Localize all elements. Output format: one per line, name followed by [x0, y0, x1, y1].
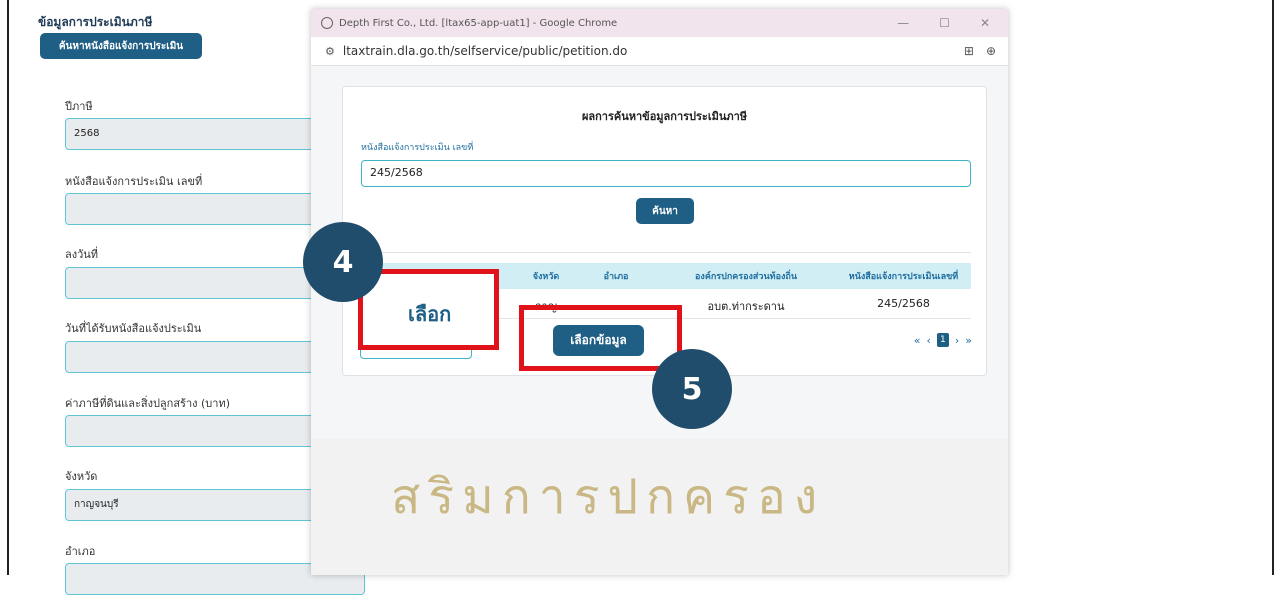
field-label-date: ลงวันที่ [65, 248, 99, 261]
field-label-tax-year: ปีภาษี [65, 100, 93, 113]
col-province: จังหวัด [532, 272, 560, 282]
cell-notice-number: 245/2568 [877, 297, 930, 310]
search-button[interactable]: ค้นหา [636, 198, 694, 224]
col-notice-number: หนังสือแจ้งการประเมินเลขที่ [848, 272, 959, 282]
right-background [1008, 0, 1272, 575]
zoom-icon[interactable]: ⊕ [986, 44, 996, 58]
notice-number-search-input[interactable]: 245/2568 [361, 160, 971, 187]
pagination: « ‹ 1 › » [914, 333, 972, 347]
window-titlebar: Depth First Co., Ltd. [ltax65-app-uat1] … [311, 9, 1008, 37]
site-settings-icon[interactable]: ⚙ [325, 45, 335, 58]
select-label[interactable]: เลือก [408, 298, 451, 330]
next-page-icon[interactable]: › [955, 334, 959, 347]
last-page-icon[interactable]: » [965, 334, 972, 347]
col-local-org: องค์กรปกครองส่วนท้องถิ่น [695, 272, 797, 282]
url-text[interactable]: ltaxtrain.dla.go.th/selfservice/public/p… [343, 44, 627, 58]
minimize-icon[interactable]: — [897, 16, 909, 30]
step-5-badge: 5 [652, 349, 732, 429]
seal-watermark: สริมการปกครอง [391, 469, 826, 525]
col-district: อำเภอ [603, 272, 629, 282]
window-title: Depth First Co., Ltd. [ltax65-app-uat1] … [339, 17, 618, 29]
search-notice-button[interactable]: ค้นหาหนังสือแจ้งการประเมิน [40, 33, 202, 59]
divider [361, 252, 971, 253]
field-label-notice-number: หนังสือแจ้งการประเมิน เลขที่ [65, 175, 203, 188]
field-label-received-date: วันที่ได้รับหนังสือแจ้งประเมิน [65, 322, 202, 335]
select-data-button[interactable]: เลือกข้อมูล [553, 325, 644, 356]
current-page[interactable]: 1 [936, 333, 949, 347]
notice-number-label: หนังสือแจ้งการประเมิน เลขที่ [361, 143, 474, 153]
address-bar[interactable]: ⚙ ltaxtrain.dla.go.th/selfservice/public… [311, 37, 1008, 66]
cell-local-org: อบต.ท่ากระดาน [707, 300, 785, 313]
translate-icon[interactable]: ⊞ [964, 44, 974, 58]
chrome-icon [321, 17, 333, 29]
step-4-badge: 4 [303, 222, 383, 302]
field-label-tax-amount: ค่าภาษีที่ดินและสิ่งปลูกสร้าง (บาท) [65, 397, 230, 410]
close-icon[interactable]: ✕ [980, 16, 990, 30]
first-page-icon[interactable]: « [914, 334, 921, 347]
card-title: ผลการค้นหาข้อมูลการประเมินภาษี [581, 110, 748, 123]
popup-lower-area: สริมการปกครอง [311, 439, 1008, 575]
field-label-province: จังหวัด [65, 470, 98, 483]
maximize-icon[interactable]: ☐ [939, 16, 950, 30]
field-label-district: อำเภอ [65, 545, 96, 558]
step4-highlight-box: เลือก [358, 269, 499, 350]
prev-page-icon[interactable]: ‹ [926, 334, 930, 347]
section-title: ข้อมูลการประเมินภาษี [38, 15, 153, 29]
